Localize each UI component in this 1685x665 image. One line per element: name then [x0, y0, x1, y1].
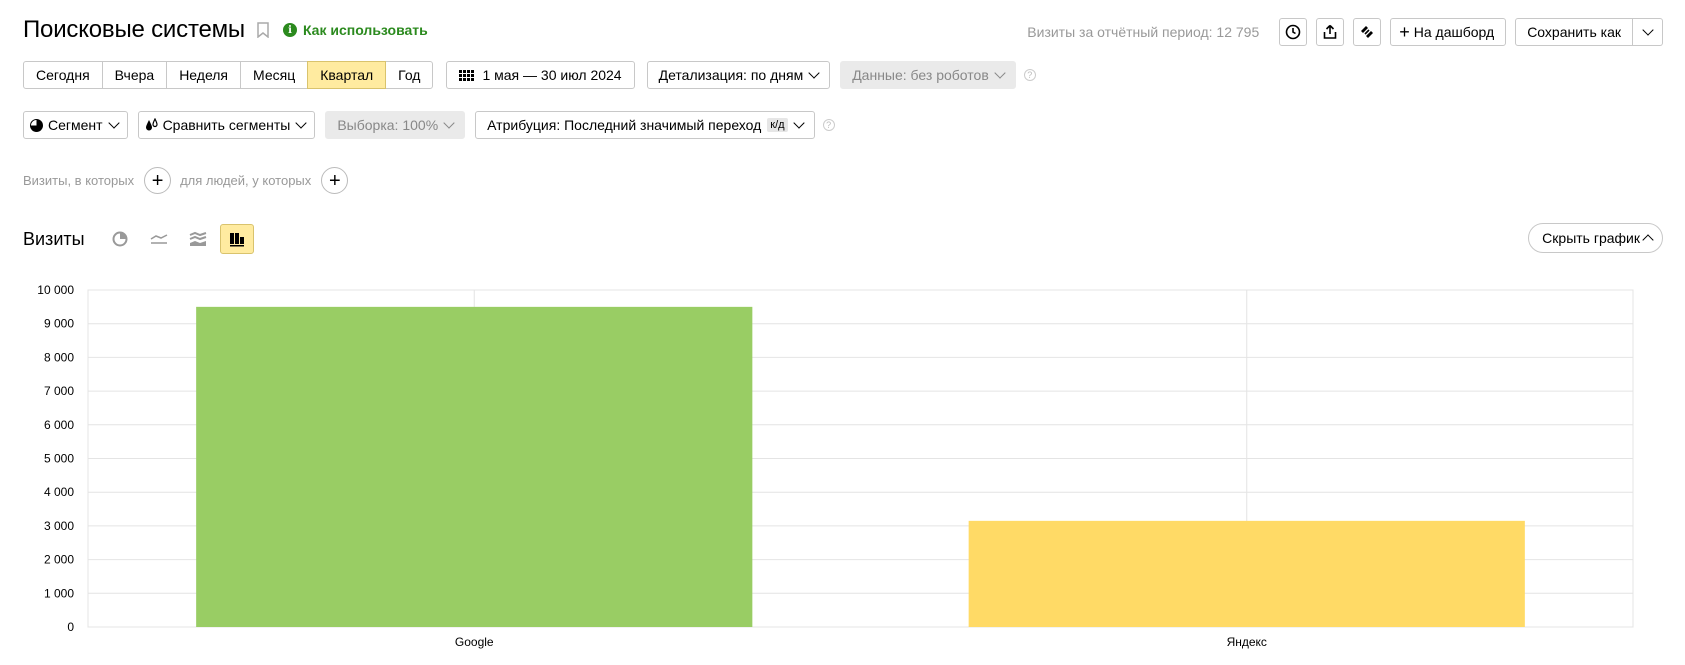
date-range-label: 1 мая — 30 июл 2024: [482, 67, 622, 83]
chart-type-area[interactable]: [181, 224, 215, 254]
visits-total: Визиты за отчётный период: 12 795: [1027, 24, 1260, 40]
y-tick-label: 6 000: [44, 418, 74, 432]
attribution-dropdown[interactable]: Атрибуция: Последний значимый переход к/…: [475, 111, 815, 139]
segment-row: Сегмент Сравнить сегменты Выборка: 100% …: [23, 111, 835, 139]
y-tick-label: 8 000: [44, 350, 74, 364]
period-week[interactable]: Неделя: [166, 61, 242, 89]
bar-chart-icon: [229, 233, 244, 247]
save-as-button[interactable]: Сохранить как: [1515, 18, 1633, 46]
history-button[interactable]: [1279, 18, 1308, 46]
chevron-down-icon: [994, 66, 1006, 79]
save-as-dropdown[interactable]: [1633, 18, 1663, 46]
chevron-down-icon: [107, 116, 120, 129]
detail-dropdown[interactable]: Детализация: по дням: [646, 61, 831, 89]
period-quarter[interactable]: Квартал: [307, 61, 387, 89]
y-tick-label: 5 000: [44, 452, 74, 466]
chevron-down-icon: [808, 66, 820, 79]
pie-chart-icon: [112, 231, 128, 247]
compare-segments-dropdown[interactable]: Сравнить сегменты: [137, 111, 316, 139]
data-filter-dropdown[interactable]: Данные: без роботов: [840, 61, 1016, 89]
share-button[interactable]: [1353, 18, 1382, 46]
hide-chart-button[interactable]: Скрыть график: [1528, 223, 1663, 253]
date-range-button[interactable]: 1 мая — 30 июл 2024: [446, 61, 635, 89]
chart-type-bar[interactable]: [219, 224, 254, 254]
add-people-condition-button[interactable]: +: [321, 167, 349, 194]
area-chart-icon: [189, 231, 206, 246]
people-filter-label: для людей, у которых: [180, 173, 312, 188]
title-row: Поисковые системы i Как использовать: [23, 16, 428, 44]
segment-dropdown[interactable]: Сегмент: [23, 111, 128, 139]
add-visit-condition-button[interactable]: +: [144, 167, 172, 194]
y-tick-label: 0: [67, 620, 74, 634]
attribution-badge: к/д: [767, 118, 788, 132]
segment-label: Сегмент: [48, 117, 103, 133]
page-title: Поисковые системы: [23, 16, 245, 43]
attribution-label: Атрибуция: Последний значимый переход: [487, 117, 762, 133]
howto-link[interactable]: i Как использовать: [282, 22, 428, 38]
period-year[interactable]: Год: [385, 61, 434, 89]
chevron-down-icon: [295, 116, 308, 129]
period-today[interactable]: Сегодня: [23, 61, 103, 89]
chevron-down-icon: [1641, 23, 1654, 36]
sample-label: Выборка: 100%: [337, 117, 439, 133]
detail-label: Детализация: по дням: [658, 67, 804, 83]
save-as-group: Сохранить как: [1515, 18, 1663, 46]
sample-dropdown[interactable]: Выборка: 100%: [325, 111, 466, 139]
y-tick-label: 3 000: [44, 519, 74, 533]
howto-label: Как использовать: [302, 22, 428, 38]
bar-chart: 0 1 000 2 000 3 000 4 000 5 000 6 000 7 000 8 00…: [37, 283, 1634, 649]
compare-segments-label: Сравнить сегменты: [162, 117, 291, 133]
plus-icon: +: [1399, 22, 1410, 42]
calendar-icon: [459, 69, 475, 81]
y-tick-label: 10 000: [37, 283, 74, 297]
dashboard-label: На дашборд: [1413, 24, 1495, 40]
bar-google[interactable]: [196, 306, 753, 627]
period-month[interactable]: Месяц: [240, 61, 309, 89]
help-icon[interactable]: ?: [822, 119, 835, 131]
chart-title: Визиты: [23, 228, 85, 249]
y-tick-label: 7 000: [44, 384, 74, 398]
period-row: Сегодня Вчера Неделя Месяц Квартал Год 1…: [23, 61, 1036, 89]
link-icon: [1361, 26, 1374, 38]
y-tick-label: 2 000: [44, 553, 74, 567]
x-tick-label: Google: [455, 635, 494, 649]
help-icon[interactable]: ?: [1023, 69, 1036, 81]
x-tick-label: Яндекс: [1227, 635, 1267, 649]
period-selector: Сегодня Вчера Неделя Месяц Квартал Год: [23, 61, 434, 89]
period-yesterday[interactable]: Вчера: [101, 61, 168, 89]
y-tick-label: 4 000: [44, 485, 74, 499]
clock-icon: [1285, 24, 1301, 40]
add-to-dashboard-button[interactable]: + На дашборд: [1390, 18, 1507, 46]
visits-filter-label: Визиты, в которых: [23, 173, 135, 188]
bookmark-icon[interactable]: [257, 22, 269, 38]
line-chart-icon: [150, 234, 167, 244]
upload-icon: [1323, 24, 1337, 39]
chevron-down-icon: [792, 116, 805, 129]
drops-icon: [145, 118, 158, 131]
header-actions: Визиты за отчётный период: 12 795 + На д…: [1027, 18, 1663, 46]
y-tick-label: 1 000: [44, 586, 74, 600]
bar-yandex[interactable]: [968, 520, 1525, 627]
hide-chart-label: Скрыть график: [1542, 230, 1640, 246]
chart-type-line[interactable]: [142, 224, 176, 254]
chevron-up-icon: [1642, 234, 1654, 246]
chart-header: Визиты: [23, 224, 259, 254]
pie-icon: [30, 118, 43, 132]
info-icon: i: [282, 23, 297, 37]
y-tick-label: 9 000: [44, 317, 74, 331]
data-filter-label: Данные: без роботов: [852, 67, 989, 83]
chart-type-pie[interactable]: [103, 224, 137, 254]
chevron-down-icon: [443, 116, 455, 129]
filter-row: Визиты, в которых + для людей, у которых…: [23, 167, 357, 194]
export-button[interactable]: [1316, 18, 1345, 46]
